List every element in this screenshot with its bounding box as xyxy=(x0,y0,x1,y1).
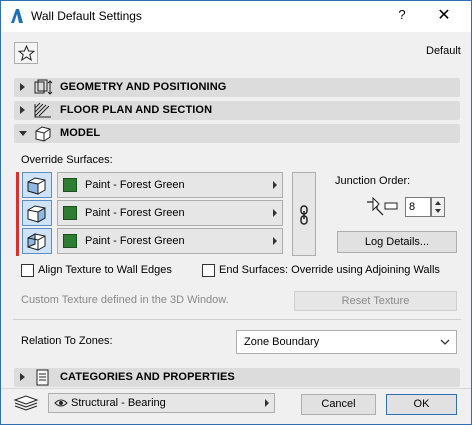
model-icon xyxy=(35,126,51,142)
custom-texture-hint: Custom Texture defined in the 3D Window. xyxy=(21,294,229,306)
material-swatch xyxy=(63,206,77,220)
ok-button[interactable]: OK xyxy=(386,394,457,415)
chevron-right-icon xyxy=(273,181,277,189)
material-swatch xyxy=(63,178,77,192)
junction-order-input[interactable]: 8 xyxy=(405,197,431,217)
surface-edge-toggle[interactable] xyxy=(22,200,52,226)
title-bar: Wall Default Settings ? ✕ xyxy=(1,1,471,32)
wall-settings-dialog: Wall Default Settings ? ✕ Default GEOMET… xyxy=(0,0,472,425)
cancel-button[interactable]: Cancel xyxy=(301,394,376,415)
end-surfaces-label: End Surfaces: Override using Adjoining W… xyxy=(219,264,440,276)
relation-to-zones-select[interactable]: Zone Boundary xyxy=(236,330,457,354)
section-title: GEOMETRY AND POSITIONING xyxy=(60,81,227,93)
reset-texture-button[interactable]: Reset Texture xyxy=(294,291,457,311)
favorites-button[interactable] xyxy=(14,42,38,64)
align-texture-label: Align Texture to Wall Edges xyxy=(38,264,172,276)
layers-icon xyxy=(13,395,39,411)
star-icon xyxy=(18,45,35,61)
chain-link-icon xyxy=(300,205,308,225)
section-title: MODEL xyxy=(60,127,101,139)
expand-arrow-icon xyxy=(20,83,25,91)
junction-order-label: Junction Order: xyxy=(335,175,411,187)
help-button[interactable]: ? xyxy=(394,7,410,25)
material-name: Paint - Forest Green xyxy=(85,179,185,191)
close-button[interactable]: ✕ xyxy=(433,5,455,27)
footer-divider xyxy=(1,388,471,389)
junction-order-icon xyxy=(367,197,398,216)
material-name: Paint - Forest Green xyxy=(85,207,185,219)
surface-material-popup[interactable]: Paint - Forest Green xyxy=(57,228,283,254)
default-label: Default xyxy=(426,45,461,57)
expand-arrow-icon xyxy=(20,373,25,381)
floor-plan-icon xyxy=(34,102,51,118)
surface-outside-toggle[interactable] xyxy=(22,172,52,198)
surface-inside-toggle[interactable] xyxy=(22,228,52,254)
window-title: Wall Default Settings xyxy=(31,9,142,23)
eye-icon xyxy=(54,399,68,407)
increment-icon[interactable] xyxy=(435,201,441,205)
end-surfaces-checkbox[interactable] xyxy=(202,264,215,277)
relation-to-zones-label: Relation To Zones: xyxy=(21,335,113,347)
geometry-icon xyxy=(34,79,53,95)
log-details-button[interactable]: Log Details... xyxy=(337,231,457,253)
wall-face-outside-icon xyxy=(27,177,46,195)
section-geometry-positioning[interactable]: GEOMETRY AND POSITIONING xyxy=(14,78,460,97)
section-model[interactable]: MODEL xyxy=(14,124,460,143)
wall-edge-icon xyxy=(27,205,46,223)
section-title: CATEGORIES AND PROPERTIES xyxy=(60,371,235,383)
layer-name: Structural - Bearing xyxy=(71,397,166,409)
section-floor-plan[interactable]: FLOOR PLAN AND SECTION xyxy=(14,101,460,120)
align-texture-checkbox[interactable] xyxy=(21,264,34,277)
section-categories-properties[interactable]: CATEGORIES AND PROPERTIES xyxy=(14,368,460,387)
junction-order-stepper[interactable] xyxy=(431,197,445,217)
section-title: FLOOR PLAN AND SECTION xyxy=(60,104,213,116)
link-surfaces-button[interactable] xyxy=(292,172,316,256)
surface-material-popup[interactable]: Paint - Forest Green xyxy=(57,200,283,226)
chevron-right-icon xyxy=(273,237,277,245)
decrement-icon[interactable] xyxy=(435,209,441,213)
chevron-right-icon xyxy=(273,209,277,217)
material-swatch xyxy=(63,234,77,248)
archicad-logo-icon xyxy=(11,9,23,23)
layer-select[interactable]: Structural - Bearing xyxy=(48,393,275,413)
list-icon xyxy=(36,369,49,386)
material-name: Paint - Forest Green xyxy=(85,235,185,247)
collapse-arrow-icon xyxy=(19,131,27,136)
override-indicator-bar xyxy=(16,172,19,256)
chevron-down-icon xyxy=(440,339,450,345)
divider xyxy=(13,319,461,320)
override-surfaces-label: Override Surfaces: xyxy=(21,154,113,166)
wall-face-inside-icon xyxy=(27,233,46,251)
chevron-right-icon xyxy=(265,399,269,407)
selected-value: Zone Boundary xyxy=(244,336,320,348)
surface-material-popup[interactable]: Paint - Forest Green xyxy=(57,172,283,198)
expand-arrow-icon xyxy=(20,106,25,114)
